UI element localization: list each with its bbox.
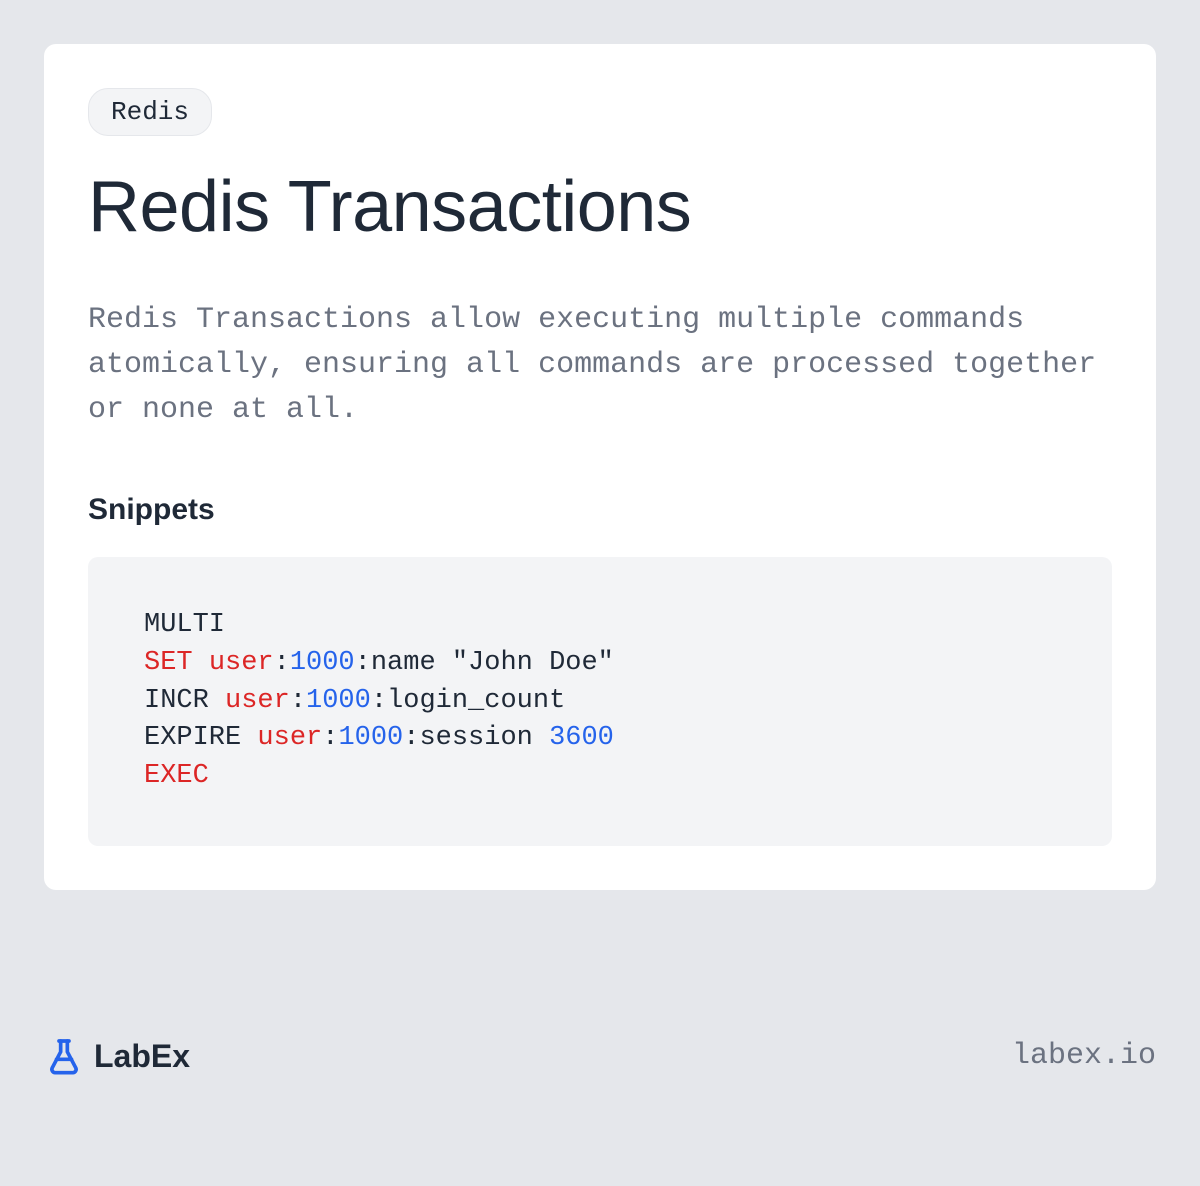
footer: LabEx labex.io bbox=[44, 1036, 1156, 1076]
code-line: MULTI bbox=[144, 610, 225, 640]
code-keyword: SET bbox=[144, 648, 193, 678]
code-token: : bbox=[322, 723, 338, 753]
footer-url: labex.io bbox=[1012, 1039, 1156, 1073]
page-title: Redis Transactions bbox=[88, 166, 1112, 248]
code-number: 1000 bbox=[306, 686, 371, 716]
code-token: :name "John Doe" bbox=[355, 648, 614, 678]
code-snippet: MULTI SET user:1000:name "John Doe" INCR… bbox=[88, 557, 1112, 846]
code-token: : bbox=[274, 648, 290, 678]
code-token: user bbox=[209, 648, 274, 678]
code-token: : bbox=[290, 686, 306, 716]
code-token: :login_count bbox=[371, 686, 565, 716]
code-token: EXPIRE bbox=[144, 723, 257, 753]
brand-name: LabEx bbox=[94, 1038, 190, 1075]
code-number: 1000 bbox=[338, 723, 403, 753]
code-token: user bbox=[225, 686, 290, 716]
topic-tag: Redis bbox=[88, 88, 212, 136]
code-number: 1000 bbox=[290, 648, 355, 678]
code-keyword: EXEC bbox=[144, 761, 209, 791]
flask-icon bbox=[44, 1036, 84, 1076]
snippets-heading: Snippets bbox=[88, 493, 1112, 527]
code-token: INCR bbox=[144, 686, 225, 716]
code-token: user bbox=[257, 723, 322, 753]
content-card: Redis Redis Transactions Redis Transacti… bbox=[44, 44, 1156, 890]
brand-logo: LabEx bbox=[44, 1036, 190, 1076]
code-number: 3600 bbox=[549, 723, 614, 753]
description-text: Redis Transactions allow executing multi… bbox=[88, 298, 1112, 433]
code-token: :session bbox=[403, 723, 549, 753]
